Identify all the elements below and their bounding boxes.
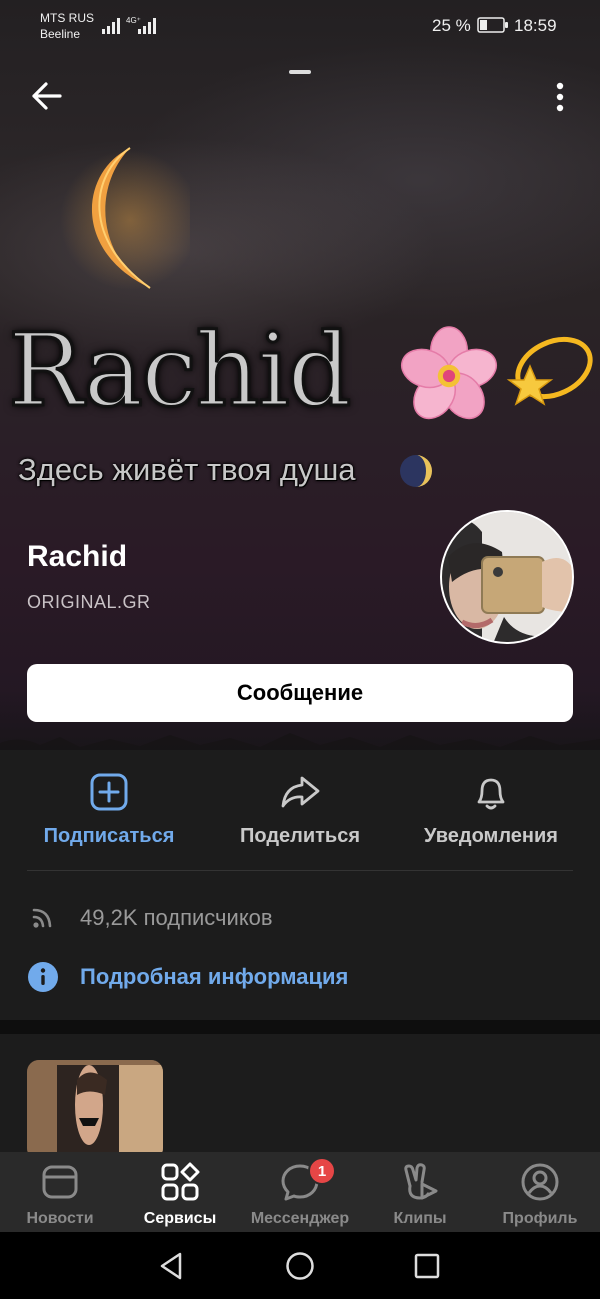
followers-count: 49,2K подписчиков bbox=[80, 905, 273, 930]
tab-profile[interactable]: Профиль bbox=[480, 1152, 600, 1232]
messenger-unread-badge: 1 bbox=[308, 1157, 336, 1185]
services-icon bbox=[161, 1162, 200, 1201]
info-icon bbox=[28, 962, 58, 992]
nav-recents-button[interactable] bbox=[411, 1250, 443, 1282]
notifications-label: Уведомления bbox=[424, 825, 558, 847]
square-recents-icon bbox=[414, 1253, 440, 1279]
avatar-photo bbox=[442, 512, 572, 642]
tab-clips[interactable]: Клипы bbox=[360, 1152, 480, 1232]
plus-square-icon bbox=[90, 773, 128, 811]
tab-profile-label: Профиль bbox=[502, 1210, 578, 1227]
photo-thumbnail[interactable] bbox=[27, 1060, 163, 1160]
bottom-tab-bar: Новости Сервисы Мессенджер Клипы Профиль bbox=[0, 1152, 600, 1232]
flower-emoji bbox=[400, 326, 498, 420]
carrier-names: MTS RUS Beeline bbox=[40, 10, 94, 42]
more-button[interactable] bbox=[546, 78, 574, 118]
rss-icon bbox=[32, 908, 52, 928]
tab-messenger[interactable]: Мессенджер bbox=[240, 1152, 360, 1232]
actions-panel: Подписаться Поделиться Уведомления 49,2K… bbox=[0, 750, 600, 1020]
details-link: Подробная информация bbox=[80, 964, 349, 989]
tab-messenger-label: Мессенджер bbox=[250, 1210, 350, 1227]
crescent-moon-image bbox=[60, 147, 190, 290]
clips-icon bbox=[404, 1163, 438, 1200]
avatar[interactable] bbox=[440, 510, 574, 644]
share-label: Поделиться bbox=[239, 825, 361, 847]
battery-icon bbox=[477, 17, 508, 33]
dizzy-star-emoji bbox=[506, 336, 593, 406]
profile-name: Rachid bbox=[27, 540, 128, 573]
notifications-button[interactable]: Уведомления bbox=[391, 750, 591, 870]
back-button[interactable] bbox=[28, 78, 68, 114]
subscribe-label: Подписаться bbox=[43, 825, 175, 847]
system-navigation-bar bbox=[0, 1232, 600, 1299]
thumbnail-image bbox=[27, 1060, 163, 1160]
more-vertical-icon bbox=[556, 82, 564, 112]
nav-home-button[interactable] bbox=[284, 1250, 316, 1282]
tab-news-label: Новости bbox=[26, 1210, 94, 1227]
tab-services[interactable]: Сервисы bbox=[120, 1152, 240, 1232]
sheet-grabber[interactable] bbox=[289, 70, 311, 74]
carrier-2: Beeline bbox=[40, 27, 81, 41]
signal-icon: 4G⁺ bbox=[102, 16, 156, 34]
followers-row[interactable]: 49,2K подписчиков bbox=[27, 898, 573, 938]
photos-section bbox=[0, 1034, 600, 1160]
section-gap bbox=[0, 1020, 600, 1034]
message-button[interactable]: Сообщение bbox=[27, 664, 573, 722]
status-bar: MTS RUS Beeline 4G⁺ 25 % 18:59 bbox=[0, 0, 600, 52]
tab-clips-label: Клипы bbox=[393, 1210, 447, 1227]
triangle-back-icon bbox=[160, 1252, 182, 1280]
details-row[interactable]: Подробная информация bbox=[27, 957, 573, 997]
profile-status: ORIGINAL.GR bbox=[27, 592, 151, 612]
network-label: 4G⁺ bbox=[126, 16, 141, 25]
subscribe-button[interactable]: Подписаться bbox=[9, 750, 209, 870]
circle-home-icon bbox=[286, 1252, 314, 1280]
share-arrow-icon bbox=[281, 776, 320, 808]
arrow-left-icon bbox=[32, 82, 62, 110]
clock: 18:59 bbox=[514, 16, 557, 35]
bell-icon bbox=[477, 778, 505, 810]
tab-news[interactable]: Новости bbox=[0, 1152, 120, 1232]
news-icon bbox=[42, 1165, 78, 1199]
battery-percent: 25 % bbox=[432, 16, 471, 35]
nav-back-button[interactable] bbox=[156, 1250, 188, 1282]
cover-subtitle: Здесь живёт твоя душа bbox=[18, 452, 356, 487]
share-button[interactable]: Поделиться bbox=[200, 750, 400, 870]
tab-services-label: Сервисы bbox=[143, 1210, 217, 1227]
profile-icon bbox=[521, 1163, 559, 1201]
cover-title: Rachid bbox=[7, 311, 354, 431]
moon-emoji bbox=[400, 455, 432, 487]
divider bbox=[27, 870, 573, 871]
carrier-1: MTS RUS bbox=[40, 11, 94, 25]
